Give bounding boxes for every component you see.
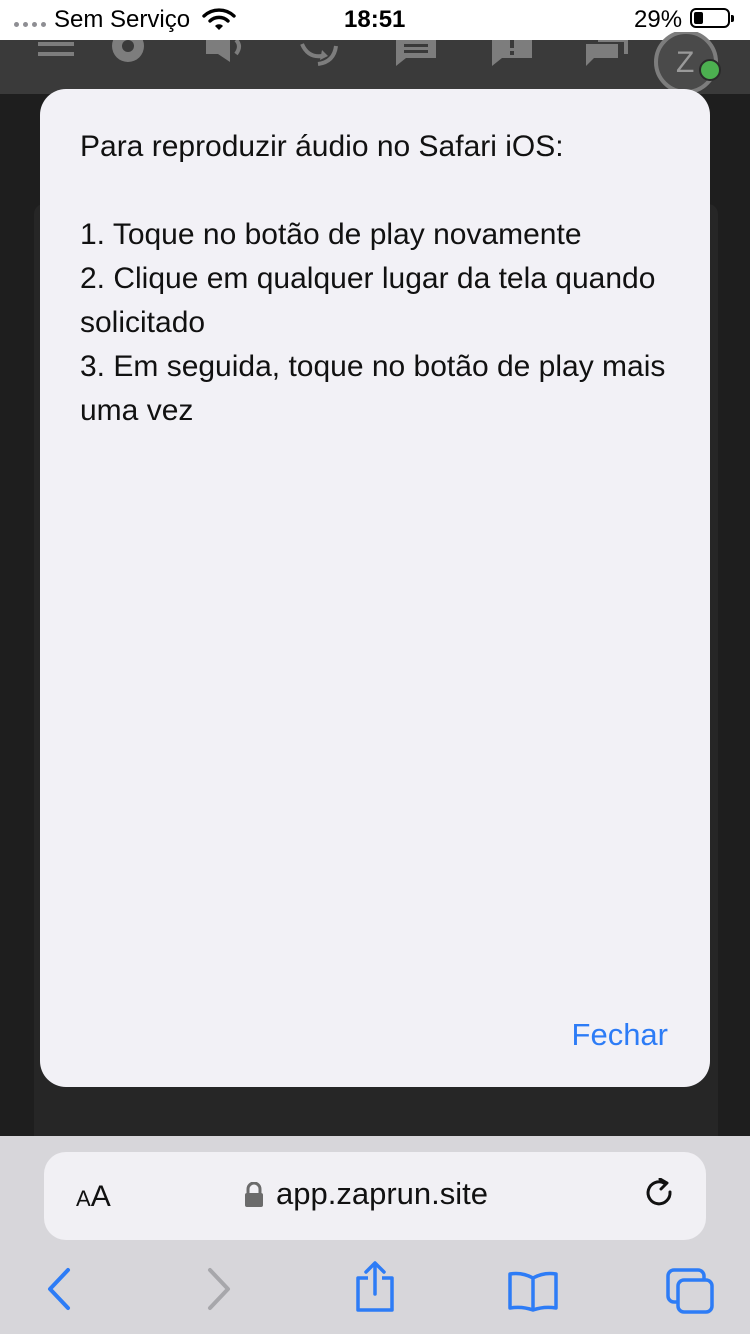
wifi-icon bbox=[202, 7, 236, 36]
forward-icon[interactable] bbox=[204, 1264, 234, 1319]
dialog-message: Para reproduzir áudio no Safari iOS: 1. … bbox=[80, 125, 680, 433]
dialog-step-2: 2. Clique em qualquer lugar da tela quan… bbox=[80, 262, 656, 339]
carrier-label: Sem Serviço bbox=[54, 6, 191, 33]
alert-icon[interactable] bbox=[492, 40, 534, 75]
safari-toolbar: AA app.zaprun.site bbox=[0, 1136, 750, 1334]
dialog-step-3: 3. Em seguida, toque no botão de play ma… bbox=[80, 350, 666, 427]
speaker-icon[interactable] bbox=[204, 34, 246, 73]
reload-icon[interactable] bbox=[644, 1177, 676, 1217]
sync-icon[interactable] bbox=[298, 40, 340, 75]
close-button[interactable]: Fechar bbox=[572, 1017, 668, 1053]
bookmarks-icon[interactable] bbox=[506, 1270, 560, 1317]
text-size-button[interactable]: AA bbox=[76, 1180, 111, 1214]
dialog-step-1: 1. Toque no botão de play novamente bbox=[80, 218, 582, 251]
app-toolbar: Z bbox=[0, 30, 750, 94]
chat-icon[interactable] bbox=[396, 40, 438, 75]
share-icon[interactable] bbox=[354, 1260, 396, 1319]
menu-icon[interactable] bbox=[38, 40, 76, 65]
battery-icon bbox=[690, 8, 734, 28]
signal-strength-icon bbox=[14, 22, 46, 27]
back-icon[interactable] bbox=[44, 1264, 74, 1319]
battery-percentage: 29% bbox=[634, 6, 683, 33]
dialog-heading: Para reproduzir áudio no Safari iOS: bbox=[80, 130, 564, 163]
url-text[interactable]: app.zaprun.site bbox=[276, 1176, 488, 1212]
address-bar[interactable]: AA app.zaprun.site bbox=[44, 1152, 706, 1240]
conversation-icon[interactable] bbox=[586, 38, 630, 75]
audio-instructions-dialog: Para reproduzir áudio no Safari iOS: 1. … bbox=[40, 89, 710, 1087]
lock-icon bbox=[244, 1181, 264, 1213]
clock: 18:51 bbox=[344, 6, 406, 33]
tabs-icon[interactable] bbox=[664, 1268, 716, 1321]
gear-icon[interactable] bbox=[106, 30, 150, 73]
svg-text:Z: Z bbox=[676, 46, 694, 79]
status-bar: Sem Serviço 18:51 29% bbox=[0, 0, 750, 40]
